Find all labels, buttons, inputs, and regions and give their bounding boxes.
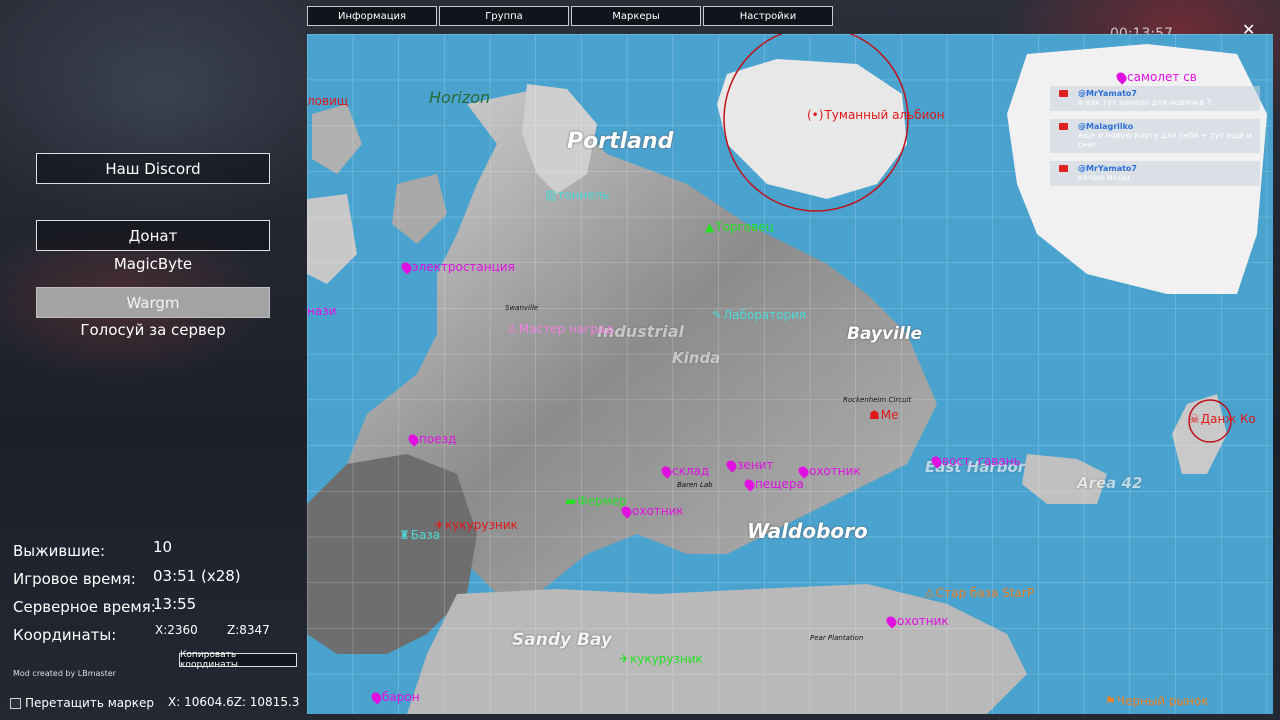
town-swanville: Swanville <box>505 304 539 312</box>
warning-icon: ⚠ <box>924 586 935 600</box>
map-label-bayville: Bayville <box>847 324 923 344</box>
marker-baron[interactable]: барон <box>369 689 420 705</box>
survivors-value: 10 <box>153 538 173 556</box>
chat-message: @MrYamato7 а как тут начало для новичка … <box>1050 86 1260 111</box>
game-time-label: Игровое время: <box>13 570 136 588</box>
chat-user: @MrYamato7 <box>1078 89 1137 98</box>
marker-plane2[interactable]: ✈ кукурузник <box>434 518 518 532</box>
tab-settings[interactable]: Настройки <box>703 6 833 26</box>
coord-x-value: X:2360 <box>155 623 198 637</box>
bag-icon: ⚑ <box>1105 694 1116 708</box>
copy-coords-button[interactable]: Копировать координаты <box>179 650 297 670</box>
marker-vost[interactable]: вост. гавань <box>929 453 1021 469</box>
marker-black-market[interactable]: ⚑ Черный рынок <box>1105 694 1208 708</box>
map-label-kinda: Kinda <box>672 349 721 367</box>
tab-markers[interactable]: Маркеры <box>571 6 701 26</box>
tab-group[interactable]: Группа <box>439 6 569 26</box>
coord-z-value: Z:8347 <box>227 623 270 637</box>
server-time-value: 13:55 <box>153 595 197 613</box>
marker-master[interactable]: ♙ Мастер наград <box>507 322 614 336</box>
marker-hunter-1[interactable]: охотник <box>796 463 861 479</box>
skull-icon: ☠ <box>1189 412 1200 426</box>
car-icon: ▲ <box>705 220 715 234</box>
person-icon: ♙ <box>507 322 518 336</box>
marker-warehouse[interactable]: склад <box>659 463 709 479</box>
drag-marker-label: Перетащить маркер <box>25 696 154 710</box>
chat-text: еще и новую карту для себя + тут еще и с… <box>1078 131 1252 149</box>
youtube-icon <box>1059 165 1068 172</box>
marker-fermer[interactable]: ▬ Фермер <box>565 494 627 508</box>
vote-sub-label: Голосуй за сервер <box>80 321 226 339</box>
chat-text: а как тут начало для новичка ? <box>1078 98 1211 107</box>
marker-train[interactable]: поезд <box>406 431 456 447</box>
town-pear: Pear Plantation <box>810 634 864 642</box>
player-icon: ☗ <box>869 408 880 422</box>
marker-base[interactable]: ♜ База <box>399 528 440 542</box>
chat-message: @Malagrilko еще и новую карту для себя +… <box>1050 119 1260 153</box>
chat-overlay: @MrYamato7 а как тут начало для новичка … <box>1050 86 1260 194</box>
map-label-horizon: Horizon <box>429 88 491 107</box>
marker-trader[interactable]: ▲ Торговец <box>705 220 774 234</box>
marker-elektro[interactable]: электростанция <box>399 259 515 275</box>
map-label-portland: Portland <box>567 129 674 154</box>
marker-hunter-2[interactable]: охотник <box>619 503 684 519</box>
survivors-label: Выжившие: <box>13 542 105 560</box>
coords-label: Координаты: <box>13 626 117 644</box>
cursor-coords: X: 10604.6Z: 10815.3 <box>168 695 300 709</box>
game-time-value: 03:51 (x28) <box>153 567 241 585</box>
top-tabs: Информация Группа Маркеры Настройки <box>307 6 833 26</box>
marker-plane[interactable]: самолет св <box>1114 69 1197 85</box>
plane-icon: ✈ <box>619 652 630 666</box>
drag-marker-row: Перетащить маркер <box>10 696 154 710</box>
map-label-waldoboro: Waldoboro <box>747 519 868 543</box>
chat-message: @MrYamato7 качаю моды <box>1050 161 1260 186</box>
tower-icon: ♜ <box>399 528 410 542</box>
chat-text: качаю моды <box>1078 173 1130 182</box>
building-icon: ▥ <box>545 188 557 202</box>
marker-tunnel[interactable]: ▥ тоннель <box>545 188 610 202</box>
youtube-icon <box>1059 90 1068 97</box>
town-rockenheim: Rockenheim Circuit <box>843 396 912 404</box>
map-label-sandy-bay: Sandy Bay <box>512 630 612 650</box>
tab-info[interactable]: Информация <box>307 6 437 26</box>
radio-icon: (•) <box>807 108 824 122</box>
vote-button[interactable]: Wargm <box>36 287 270 318</box>
donate-button[interactable]: Донат <box>36 220 270 251</box>
chat-user: @Malagrilko <box>1078 122 1134 131</box>
marker-cave[interactable]: пещера <box>742 476 804 492</box>
marker-me[interactable]: ☗ Me <box>869 408 899 422</box>
map-label-area42: Area 42 <box>1077 474 1143 492</box>
server-time-label: Серверное время: <box>13 598 156 616</box>
left-panel: Наш Discord Донат MagicByte Wargm Голосу… <box>6 140 300 718</box>
town-baren: Baren Lab <box>677 481 713 489</box>
marker-zenit[interactable]: зенит <box>724 457 773 473</box>
tractor-icon: ▬ <box>565 494 577 508</box>
wrench-icon: ✎ <box>712 308 723 322</box>
marker-lab[interactable]: ✎ Лаборатория <box>712 308 806 322</box>
marker-nazi[interactable]: нази <box>307 304 336 318</box>
mod-credit: Mod created by LBmaster <box>13 669 116 678</box>
donate-sub-label: MagicByte <box>113 255 193 273</box>
youtube-icon <box>1059 123 1068 130</box>
chat-user: @MrYamato7 <box>1078 164 1137 173</box>
marker-dank[interactable]: ☠ Данж Ко <box>1189 412 1256 426</box>
marker-starp[interactable]: ⚠ Стар база StarP <box>924 586 1034 600</box>
marker-foggy-albion[interactable]: (•) Туманный альбион <box>807 108 945 122</box>
discord-button[interactable]: Наш Discord <box>36 153 270 184</box>
marker-hunter-3[interactable]: охотник <box>884 613 949 629</box>
drag-marker-checkbox[interactable] <box>10 697 21 709</box>
marker-corn[interactable]: ✈ кукурузник <box>619 652 703 666</box>
marker-north[interactable]: ловищ <box>307 94 348 108</box>
